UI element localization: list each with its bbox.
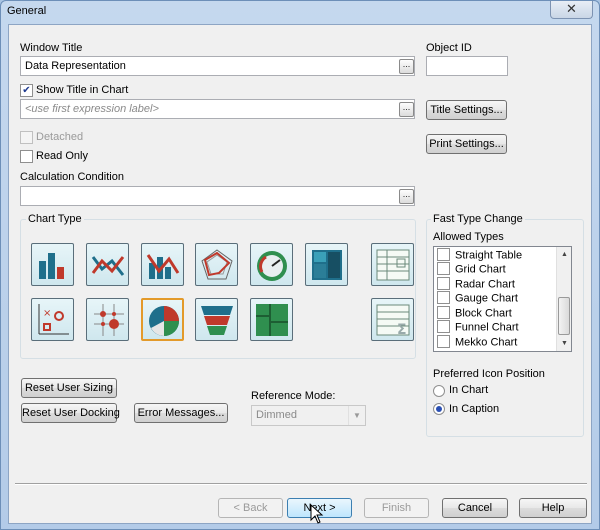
window-title: General (7, 5, 47, 17)
title-bar[interactable]: General ✕ (1, 1, 599, 23)
svg-text:Σ: Σ (397, 322, 407, 338)
window-title-input[interactable]: Data Representation (20, 56, 415, 76)
title-expression-placeholder: <use first expression label> (25, 103, 159, 115)
grid-chart-checkbox[interactable] (437, 262, 450, 275)
mouse-cursor-icon (310, 504, 324, 524)
chart-type-group-title: Chart Type (26, 213, 84, 225)
gauge-chart-checkbox[interactable] (437, 291, 450, 304)
block-chart-icon[interactable] (305, 243, 348, 286)
object-id-input[interactable] (426, 56, 508, 76)
finish-button[interactable]: Finish (364, 498, 429, 518)
list-scrollbar[interactable]: ▲ ▼ (556, 247, 571, 351)
reference-mode-select[interactable]: Dimmed ▼ (251, 405, 366, 426)
line-chart-icon[interactable] (86, 243, 129, 286)
dialog-window: General ✕ Window Title Data Representati… (0, 0, 600, 530)
pivot-table-icon[interactable] (371, 243, 414, 286)
in-caption-label: In Caption (449, 403, 500, 415)
scroll-down-icon[interactable]: ▼ (557, 336, 571, 351)
title-expression-input[interactable]: <use first expression label> (20, 99, 415, 119)
detached-label: Detached (36, 131, 84, 143)
show-title-checkbox[interactable]: ✔ (20, 84, 33, 97)
dialog-client-area: Window Title Data Representation ... Obj… (8, 24, 592, 524)
calculation-condition-label: Calculation Condition (20, 171, 124, 183)
title-settings-button[interactable]: Title Settings... (426, 100, 507, 120)
title-expression-ellipsis-button[interactable]: ... (399, 102, 414, 117)
cancel-button[interactable]: Cancel (442, 498, 508, 518)
read-only-label: Read Only (36, 150, 88, 162)
allowed-types-label: Allowed Types (433, 231, 504, 243)
read-only-checkbox[interactable] (20, 150, 33, 163)
detached-checkbox[interactable] (20, 131, 33, 144)
list-item[interactable]: Mekko Chart (437, 335, 517, 350)
reference-mode-value: Dimmed (256, 409, 297, 421)
bar-chart-icon[interactable] (31, 243, 74, 286)
list-item[interactable]: Straight Table (437, 248, 522, 263)
in-chart-label: In Chart (449, 384, 489, 396)
scatter-chart-icon[interactable]: × (31, 298, 74, 341)
chevron-down-icon[interactable]: ▼ (348, 406, 365, 425)
window-title-ellipsis-button[interactable]: ... (399, 59, 414, 74)
close-button[interactable]: ✕ (550, 1, 593, 19)
list-item[interactable]: Gauge Chart (437, 291, 518, 306)
grid-chart-icon[interactable] (86, 298, 129, 341)
pie-chart-icon[interactable] (141, 298, 184, 341)
calculation-condition-input[interactable] (20, 186, 415, 206)
list-item[interactable]: Block Chart (437, 306, 512, 321)
list-item[interactable]: Funnel Chart (437, 320, 519, 335)
list-item[interactable]: Radar Chart (437, 277, 515, 292)
window-title-label: Window Title (20, 42, 83, 54)
back-button[interactable]: < Back (218, 498, 283, 518)
allowed-types-list[interactable]: Straight Table Grid Chart Radar Chart Ga… (433, 246, 572, 352)
error-messages-button[interactable]: Error Messages... (134, 403, 228, 423)
in-caption-radio[interactable] (433, 403, 445, 415)
reference-mode-label: Reference Mode: (251, 390, 336, 402)
straight-table-checkbox[interactable] (437, 248, 450, 261)
straight-table-icon[interactable]: Σ (371, 298, 414, 341)
mekko-chart-icon[interactable] (250, 298, 293, 341)
svg-text:×: × (43, 308, 51, 319)
help-button[interactable]: Help (519, 498, 587, 518)
radar-chart-icon[interactable] (195, 243, 238, 286)
gauge-chart-icon[interactable] (250, 243, 293, 286)
mekko-chart-checkbox[interactable] (437, 335, 450, 348)
scroll-up-icon[interactable]: ▲ (557, 247, 571, 262)
list-item[interactable]: Grid Chart (437, 262, 506, 277)
radar-chart-checkbox[interactable] (437, 277, 450, 290)
reset-user-docking-button[interactable]: Reset User Docking (21, 403, 120, 423)
object-id-label: Object ID (426, 42, 472, 54)
fast-type-change-title: Fast Type Change (431, 213, 525, 225)
combo-chart-icon[interactable] (141, 243, 184, 286)
close-icon: ✕ (566, 1, 577, 16)
scroll-thumb[interactable] (558, 297, 570, 335)
print-settings-button[interactable]: Print Settings... (426, 134, 507, 154)
in-chart-radio[interactable] (433, 385, 445, 397)
calculation-condition-ellipsis-button[interactable]: ... (399, 189, 414, 204)
block-chart-checkbox[interactable] (437, 306, 450, 319)
funnel-chart-icon[interactable] (195, 298, 238, 341)
reset-user-sizing-button[interactable]: Reset User Sizing (21, 378, 117, 398)
show-title-label: Show Title in Chart (36, 84, 129, 96)
footer-separator (15, 483, 587, 485)
funnel-chart-checkbox[interactable] (437, 320, 450, 333)
preferred-icon-position-label: Preferred Icon Position (433, 368, 545, 380)
